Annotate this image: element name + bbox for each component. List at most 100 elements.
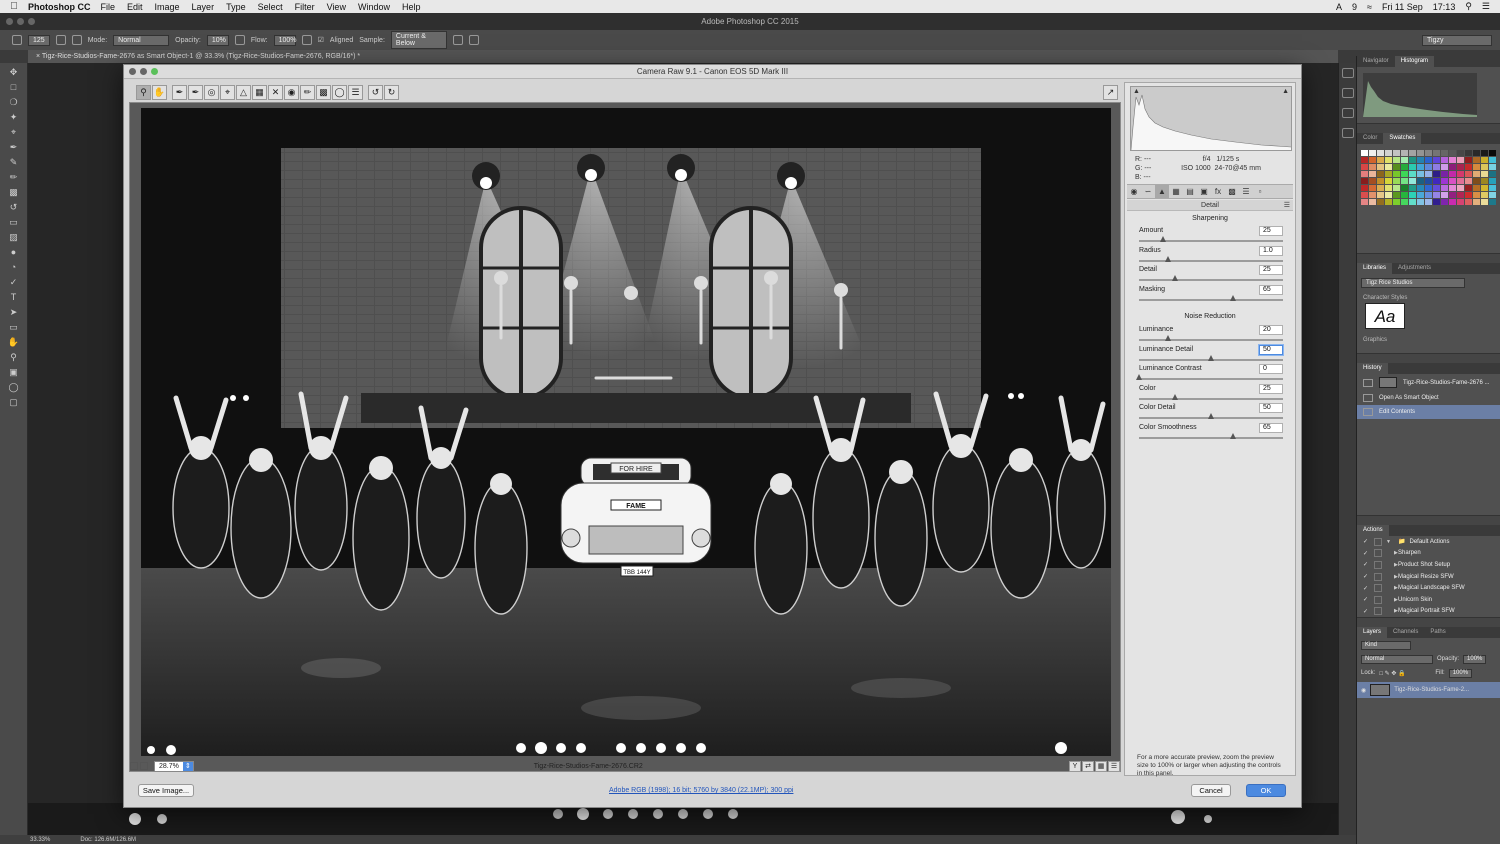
- swatch[interactable]: [1489, 192, 1496, 198]
- pressure-opacity-icon[interactable]: [234, 35, 245, 45]
- swatch[interactable]: [1369, 171, 1376, 177]
- tab-swatches[interactable]: Swatches: [1383, 133, 1422, 144]
- dodge-tool-icon[interactable]: ◔: [7, 261, 21, 273]
- swatch[interactable]: [1481, 185, 1488, 191]
- action-item[interactable]: ✓ ▶ Magical Landscape SFW: [1357, 582, 1500, 594]
- swatch[interactable]: [1473, 150, 1480, 156]
- swatch[interactable]: [1393, 185, 1400, 191]
- swatch[interactable]: [1489, 185, 1496, 191]
- swatch[interactable]: [1449, 199, 1456, 205]
- document-tab[interactable]: × Tigz-Rice-Studios-Fame-2676 as Smart O…: [28, 50, 1338, 63]
- actions-set[interactable]: ✓ ▼ 📁 Default Actions: [1357, 536, 1500, 548]
- tab-actions[interactable]: Actions: [1357, 525, 1389, 536]
- dialog-close-button[interactable]: [129, 68, 136, 75]
- zoom-tool-icon[interactable]: ⚲: [7, 351, 21, 363]
- swatch[interactable]: [1489, 178, 1496, 184]
- zoom-in-icon[interactable]: [140, 762, 148, 770]
- layer-row[interactable]: ◉ Tigz-Rice-Studios-Fame-2...: [1357, 682, 1500, 699]
- swatch[interactable]: [1417, 150, 1424, 156]
- swatch[interactable]: [1385, 150, 1392, 156]
- swatch[interactable]: [1361, 164, 1368, 170]
- swatch[interactable]: [1465, 150, 1472, 156]
- swatch[interactable]: [1417, 178, 1424, 184]
- swatch[interactable]: [1489, 157, 1496, 163]
- menu-select[interactable]: Select: [258, 2, 283, 12]
- swatch[interactable]: [1361, 150, 1368, 156]
- check-icon[interactable]: ✓: [1363, 608, 1370, 615]
- pen-tool-icon[interactable]: ✓: [7, 276, 21, 288]
- swatch[interactable]: [1361, 199, 1368, 205]
- menu-image[interactable]: Image: [155, 2, 180, 12]
- gradient-tool-icon[interactable]: ▨: [7, 231, 21, 243]
- tone-curve-tab-icon[interactable]: ∽: [1141, 185, 1155, 198]
- swatch[interactable]: [1385, 192, 1392, 198]
- adjustment-brush-icon[interactable]: ✏: [300, 85, 315, 100]
- swatch[interactable]: [1393, 199, 1400, 205]
- swatch[interactable]: [1433, 185, 1440, 191]
- history-item[interactable]: Open As Smart Object: [1357, 391, 1500, 405]
- copy-settings-icon[interactable]: ▦: [1095, 760, 1107, 772]
- flow-input[interactable]: 100%: [273, 34, 296, 46]
- swatch[interactable]: [1417, 171, 1424, 177]
- slider-track[interactable]: [1139, 279, 1283, 281]
- basic-tab-icon[interactable]: ◉: [1127, 185, 1141, 198]
- menu-type[interactable]: Type: [226, 2, 246, 12]
- slider-thumb[interactable]: [1208, 354, 1214, 361]
- swatch[interactable]: [1465, 185, 1472, 191]
- check-icon[interactable]: ✓: [1363, 573, 1370, 580]
- toggle-settings-icon[interactable]: ☰: [1108, 760, 1120, 772]
- lens-corrections-tab-icon[interactable]: ▣: [1197, 185, 1211, 198]
- swatch[interactable]: [1481, 164, 1488, 170]
- tab-history[interactable]: History: [1357, 363, 1388, 374]
- tab-layers[interactable]: Layers: [1357, 627, 1388, 639]
- swatch[interactable]: [1473, 192, 1480, 198]
- blend-mode-select[interactable]: Normal: [1361, 654, 1433, 664]
- panel-menu-icon[interactable]: ☰: [1284, 200, 1290, 211]
- swatch[interactable]: [1465, 164, 1472, 170]
- list-icon[interactable]: ☰: [1482, 1, 1490, 12]
- swatch[interactable]: [1385, 157, 1392, 163]
- screen-mode-icon[interactable]: ▢: [7, 396, 21, 408]
- swatch[interactable]: [1489, 199, 1496, 205]
- slider-thumb[interactable]: [1164, 335, 1171, 341]
- swatch[interactable]: [1441, 150, 1448, 156]
- swatch[interactable]: [1481, 178, 1488, 184]
- swatch[interactable]: [1361, 178, 1368, 184]
- paragraph-panel-icon[interactable]: [1341, 88, 1354, 98]
- color-swatches-icon[interactable]: ▣: [7, 366, 21, 378]
- swatch[interactable]: [1457, 178, 1464, 184]
- swatch[interactable]: [1385, 185, 1392, 191]
- swatch[interactable]: [1465, 192, 1472, 198]
- swatch[interactable]: [1449, 157, 1456, 163]
- swatch[interactable]: [1377, 192, 1384, 198]
- workflow-options-link[interactable]: Adobe RGB (1998); 16 bit; 5760 by 3840 (…: [609, 787, 793, 794]
- crop-tool-icon[interactable]: ⌖: [7, 126, 21, 138]
- lasso-tool-icon[interactable]: ❍: [7, 96, 21, 108]
- tab-libraries[interactable]: Libraries: [1357, 263, 1393, 274]
- character-style-thumb[interactable]: Aa: [1365, 303, 1405, 329]
- swatch[interactable]: [1457, 199, 1464, 205]
- swatch[interactable]: [1385, 171, 1392, 177]
- swatch[interactable]: [1425, 199, 1432, 205]
- swatch[interactable]: [1425, 157, 1432, 163]
- swatch[interactable]: [1457, 157, 1464, 163]
- menu-file[interactable]: File: [101, 2, 116, 12]
- ignore-adjustment-icon[interactable]: [452, 35, 463, 45]
- swatch[interactable]: [1441, 164, 1448, 170]
- swatch[interactable]: [1377, 171, 1384, 177]
- swatch[interactable]: [1457, 185, 1464, 191]
- slider-thumb[interactable]: [1136, 374, 1142, 380]
- swatch[interactable]: [1385, 178, 1392, 184]
- crop-icon[interactable]: ⌖: [220, 85, 235, 100]
- swatch[interactable]: [1409, 199, 1416, 205]
- swatch[interactable]: [1449, 192, 1456, 198]
- slider-value-input[interactable]: 20: [1259, 325, 1283, 335]
- swatch[interactable]: [1393, 171, 1400, 177]
- action-item[interactable]: ✓ ▶ Magical Resize SFW: [1357, 571, 1500, 583]
- check-icon[interactable]: ✓: [1363, 550, 1370, 557]
- swatch[interactable]: [1417, 157, 1424, 163]
- white-balance-icon[interactable]: ✒: [172, 85, 187, 100]
- swatch[interactable]: [1425, 164, 1432, 170]
- swatch[interactable]: [1369, 150, 1376, 156]
- expand-triangle-icon[interactable]: ▶: [1386, 585, 1398, 591]
